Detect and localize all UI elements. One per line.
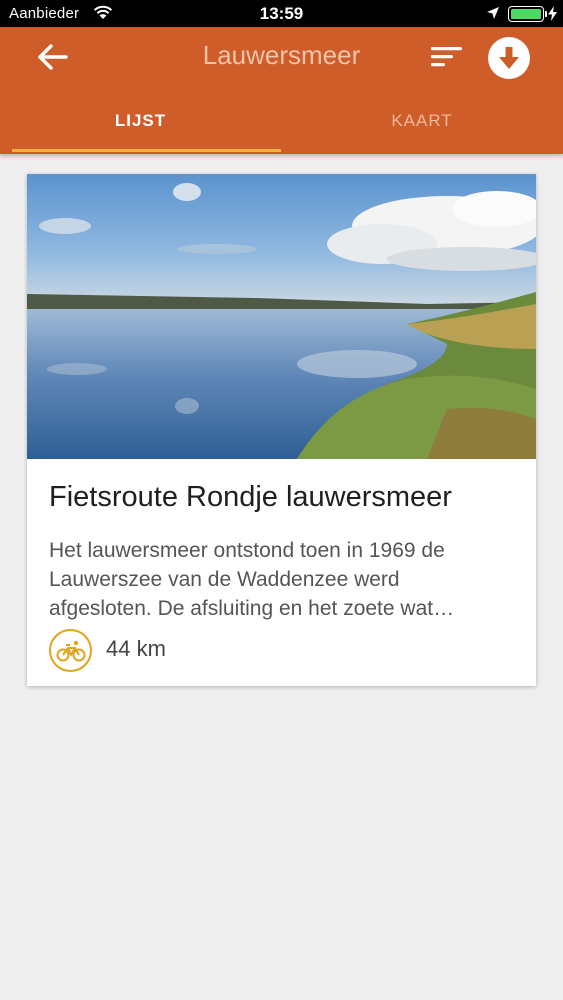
route-image — [27, 174, 536, 459]
status-bar: Aanbieder 13:59 — [0, 0, 563, 27]
battery-icon — [508, 6, 544, 22]
battery-level — [511, 9, 541, 19]
sort-button[interactable] — [428, 41, 464, 73]
tab-list[interactable]: LIJST — [0, 97, 281, 154]
route-title: Fietsroute Rondje lauwersmeer — [49, 481, 452, 513]
app-bar: Lauwersmeer LIJST KAART — [0, 27, 563, 154]
download-button[interactable] — [488, 37, 530, 79]
page-title: Lauwersmeer — [202, 40, 361, 70]
download-circle-icon — [499, 47, 519, 69]
clock: 13:59 — [259, 4, 304, 23]
location-arrow-icon — [486, 6, 500, 25]
battery-tip — [545, 11, 547, 17]
route-description: Het lauwersmeer ontstond toen in 1969 de… — [49, 536, 519, 623]
tab-map[interactable]: KAART — [281, 97, 563, 154]
route-card[interactable]: Fietsroute Rondje lauwersmeer Het lauwer… — [27, 174, 536, 686]
route-distance: 44 km — [106, 636, 166, 661]
sort-icon — [431, 47, 462, 67]
route-description-line: afgesloten. De afsluiting en het zoete w… — [49, 597, 455, 620]
tab-selected-indicator — [12, 149, 281, 152]
route-description-line: Lauwerszee van de Waddenzee werd — [49, 568, 400, 591]
route-description-line: Het lauwersmeer ontstond toen in 1969 de — [49, 539, 445, 562]
charging-bolt-icon — [548, 6, 557, 26]
bicycle-icon — [49, 629, 92, 672]
